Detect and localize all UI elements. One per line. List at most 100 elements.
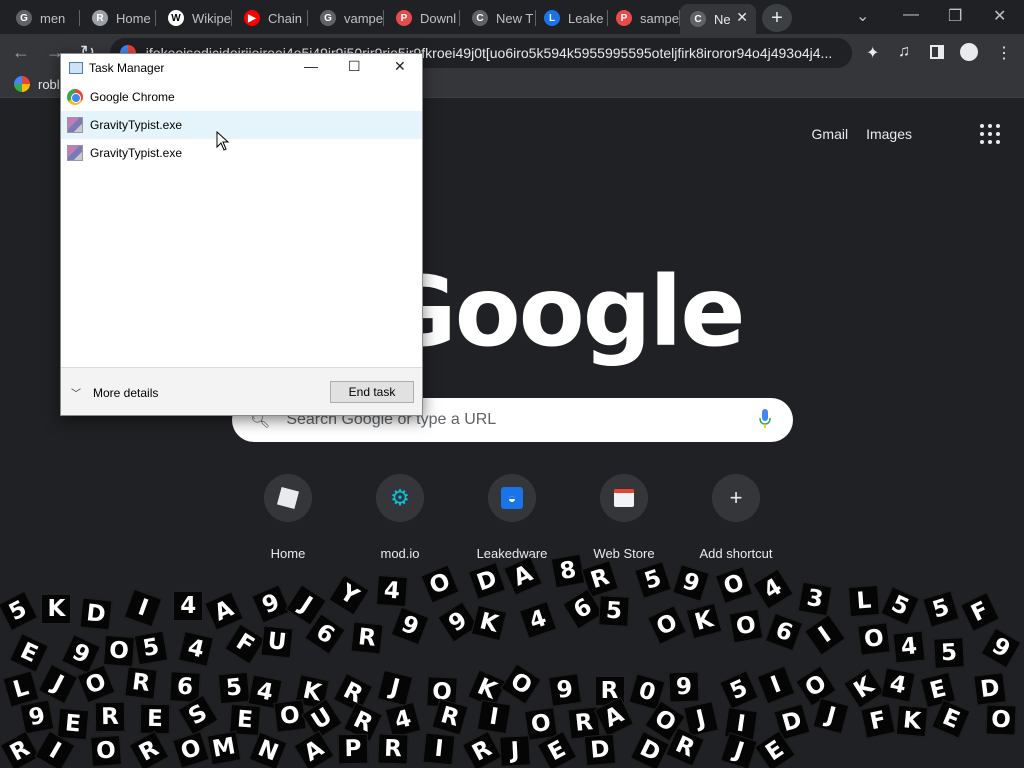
letter-tile: 4 bbox=[173, 590, 204, 621]
tab-title: Home bbox=[116, 10, 151, 26]
back-icon[interactable]: ← bbox=[12, 42, 30, 63]
letter-tile: 5 bbox=[217, 672, 250, 705]
bookmark-robl[interactable]: robl bbox=[14, 76, 60, 92]
side-panel-icon[interactable] bbox=[930, 45, 944, 59]
end-task-button[interactable]: End task bbox=[330, 381, 414, 403]
chrome-icon bbox=[67, 89, 83, 105]
tab-3[interactable]: ▶ Chain bbox=[234, 4, 308, 32]
tab-separator bbox=[231, 10, 232, 26]
tab-0[interactable]: Gmen bbox=[6, 4, 80, 32]
letter-tile: O bbox=[420, 564, 461, 604]
letter-tile: K bbox=[470, 604, 508, 642]
task-manager-titlebar[interactable]: Task Manager bbox=[61, 54, 422, 82]
extensions-icon[interactable]: ✦ bbox=[866, 43, 879, 63]
letter-tile: I bbox=[757, 665, 796, 705]
letter-tile: 5 bbox=[598, 595, 630, 628]
letter-tile: R bbox=[431, 698, 469, 736]
google-apps-icon[interactable] bbox=[980, 124, 1000, 144]
tab-title: Ne bbox=[714, 11, 731, 27]
letter-tile: 4 bbox=[880, 667, 917, 703]
letter-tile: Y bbox=[328, 574, 370, 616]
tab-7[interactable]: L Leake bbox=[534, 4, 608, 32]
letter-tile: O bbox=[172, 731, 211, 768]
restore-icon[interactable]: ❐ bbox=[948, 6, 962, 26]
process-row[interactable]: Google Chrome bbox=[61, 83, 422, 111]
letter-tile: 6 bbox=[764, 612, 804, 652]
gravity-typist-tiles: 5KDI4A9JY4ODA8R59O43L55FE9O54FU6R99K465O… bbox=[0, 550, 1024, 768]
task-manager-title: Task Manager bbox=[89, 61, 165, 75]
letter-tile: J bbox=[812, 697, 850, 735]
app-icon bbox=[67, 117, 83, 133]
shortcut-webstore[interactable]: Web Store bbox=[574, 474, 674, 561]
gear-icon: ⚙ bbox=[376, 474, 424, 522]
close-icon[interactable]: ✕ bbox=[993, 6, 1006, 26]
task-manager-window: Task Manager — ☐ ✕ Google Chrome GravityT… bbox=[60, 53, 423, 416]
profile-avatar-icon[interactable] bbox=[960, 43, 978, 61]
tab-title: Leake bbox=[568, 10, 604, 26]
minimize-icon[interactable]: — bbox=[903, 6, 919, 24]
letter-tile: 9 bbox=[19, 699, 55, 735]
letter-tile: 3 bbox=[797, 581, 833, 617]
tab-4[interactable]: Gvampe bbox=[310, 4, 384, 32]
roblox-icon bbox=[264, 474, 312, 522]
mic-icon[interactable] bbox=[759, 409, 771, 429]
tab-favicon-icon: R bbox=[92, 10, 108, 26]
gmail-link[interactable]: Gmail bbox=[812, 126, 849, 142]
letter-tile: 5 bbox=[719, 669, 759, 710]
tab-title: Chain bbox=[268, 10, 302, 26]
shortcut-add[interactable]: + Add shortcut bbox=[686, 474, 786, 561]
letter-tile: E bbox=[8, 632, 49, 673]
tab-title: New T bbox=[496, 10, 534, 26]
letter-tile: D bbox=[583, 733, 617, 767]
app-icon bbox=[67, 145, 83, 161]
more-details-toggle[interactable]: ﹀ More details bbox=[71, 385, 159, 401]
process-row[interactable]: GravityTypist.exe bbox=[61, 111, 422, 139]
letter-tile: R bbox=[0, 730, 40, 768]
letter-tile: 5 bbox=[0, 590, 39, 631]
tab-separator bbox=[459, 10, 460, 26]
letter-tile: D bbox=[467, 561, 506, 600]
letter-tile: 5 bbox=[933, 636, 965, 669]
tab-6[interactable]: C New T bbox=[462, 4, 536, 32]
tab-close-icon[interactable]: ✕ bbox=[736, 9, 748, 26]
letter-tile: I bbox=[804, 614, 846, 656]
letter-tile: 4 bbox=[519, 600, 558, 639]
shortcut-leakedware[interactable]: ◒ Leakedware bbox=[462, 474, 562, 561]
tab-favicon-icon: ▶ bbox=[244, 10, 260, 26]
letter-tile: O bbox=[646, 605, 687, 646]
tab-separator bbox=[383, 10, 384, 26]
tab-1[interactable]: R Home bbox=[82, 4, 156, 32]
process-row[interactable]: GravityTypist.exe bbox=[61, 139, 422, 167]
letter-tile: K bbox=[895, 704, 928, 737]
letter-tile: I bbox=[476, 700, 512, 735]
shortcut-home[interactable]: Home bbox=[238, 474, 338, 561]
task-manager-icon bbox=[69, 62, 83, 74]
more-details-label: More details bbox=[93, 385, 159, 400]
tab-separator bbox=[79, 10, 80, 26]
mouse-cursor-icon bbox=[216, 131, 230, 151]
tab-separator bbox=[155, 10, 156, 26]
tab-2[interactable]: W Wikipe bbox=[158, 4, 232, 32]
media-control-icon[interactable]: ♫ bbox=[898, 43, 910, 61]
images-link[interactable]: Images bbox=[866, 126, 912, 142]
tm-close-icon[interactable]: ✕ bbox=[394, 58, 406, 75]
new-tab-button[interactable]: + bbox=[762, 4, 792, 32]
chevron-down-icon: ﹀ bbox=[71, 389, 81, 400]
tm-maximize-icon[interactable]: ☐ bbox=[348, 58, 361, 75]
tm-minimize-icon[interactable]: — bbox=[304, 58, 318, 74]
process-name: GravityTypist.exe bbox=[90, 118, 183, 132]
menu-kebab-icon[interactable]: ⋮ bbox=[996, 43, 1012, 63]
tab-8[interactable]: Psampe bbox=[606, 4, 680, 32]
tab-9[interactable]: C Ne ✕ bbox=[680, 4, 756, 34]
tab-search-icon[interactable]: ⌄ bbox=[856, 6, 869, 26]
tab-title: vampe bbox=[344, 10, 384, 26]
tab-title: Downl bbox=[420, 10, 457, 26]
shortcut-modio[interactable]: ⚙ mod.io bbox=[350, 474, 450, 561]
leakedware-icon: ◒ bbox=[488, 474, 536, 522]
letter-tile: R bbox=[461, 730, 503, 768]
letter-tile: F bbox=[224, 623, 266, 666]
tab-5[interactable]: P Downl bbox=[386, 4, 460, 32]
bookmark-label: robl bbox=[38, 76, 60, 92]
tab-title: men bbox=[40, 10, 66, 26]
tab-favicon-icon: C bbox=[472, 10, 488, 26]
